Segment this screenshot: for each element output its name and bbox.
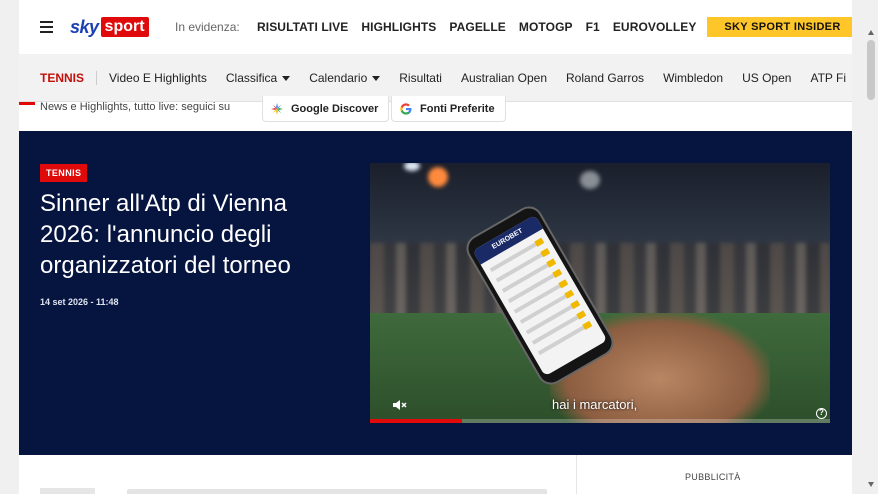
subnav-item-calendario[interactable]: Calendario — [309, 71, 381, 85]
follow-bar: News e Highlights, tutto live: seguici s… — [19, 96, 852, 124]
advertising-label: PUBBLICITÀ — [685, 472, 741, 482]
article-text-line — [127, 489, 547, 494]
section-subnav: TENNIS Video E Highlights Classifica Cal… — [19, 54, 852, 102]
stadium-light — [580, 171, 600, 189]
top-nav: RISULTATI LIVE HIGHLIGHTS PAGELLE MOTOGP… — [257, 20, 697, 34]
scrollbar[interactable] — [864, 0, 878, 494]
chevron-down-icon — [282, 75, 291, 81]
top-header: sky sport In evidenza: RISULTATI LIVE HI… — [19, 0, 852, 54]
sky-sport-logo[interactable]: sky sport — [70, 16, 149, 38]
hero-article[interactable]: TENNIS Sinner all'Atp di Vienna 2026: l'… — [19, 131, 852, 455]
mute-icon[interactable] — [392, 399, 408, 411]
subnav-item-label: Wimbledon — [663, 71, 724, 85]
menu-icon[interactable] — [40, 21, 53, 33]
subnav-item-atp-finals[interactable]: ATP Fi — [810, 71, 846, 85]
scroll-thumb[interactable] — [867, 40, 875, 100]
top-nav-eurovolley[interactable]: EUROVOLLEY — [613, 20, 697, 34]
fonti-preferite-label: Fonti Preferite — [420, 102, 495, 115]
subnav-item-label: Video E Highlights — [109, 71, 207, 85]
below-hero: PUBBLICITÀ — [19, 455, 852, 494]
scroll-down-arrow[interactable] — [868, 482, 874, 487]
subnav-item-classifica[interactable]: Classifica — [225, 71, 291, 85]
subnav-item-wimbledon[interactable]: Wimbledon — [663, 71, 723, 85]
subnav-item-label: Australian Open — [460, 71, 548, 85]
related-thumbnail[interactable] — [40, 488, 95, 494]
video-progress-bar[interactable] — [370, 419, 830, 423]
red-accent — [19, 102, 35, 105]
scroll-up-arrow[interactable] — [868, 30, 874, 35]
fonti-preferite-button[interactable]: Fonti Preferite — [391, 96, 506, 122]
article-date: 14 set 2026 - 11:48 — [40, 297, 119, 307]
subnav-item-us-open[interactable]: US Open — [742, 71, 791, 85]
google-g-icon — [400, 102, 412, 115]
top-nav-motogp[interactable]: MOTOGP — [519, 20, 573, 34]
subnav-item-australian-open[interactable]: Australian Open — [461, 71, 547, 85]
subnav-item-roland-garros[interactable]: Roland Garros — [566, 71, 644, 85]
content: sky sport In evidenza: RISULTATI LIVE HI… — [19, 0, 852, 494]
subnav-item-label: Classifica — [225, 71, 278, 85]
subnav-item-risultati[interactable]: Risultati — [399, 71, 442, 85]
in-evidenza-label: In evidenza: — [175, 20, 240, 34]
top-nav-highlights[interactable]: HIGHLIGHTS — [361, 20, 436, 34]
article-headline[interactable]: Sinner all'Atp di Vienna 2026: l'annunci… — [40, 188, 340, 281]
help-icon[interactable]: ? — [816, 408, 827, 419]
top-nav-f1[interactable]: F1 — [586, 20, 600, 34]
subnav-item-label: ATP Fi — [810, 71, 847, 85]
article-body — [19, 455, 577, 494]
chevron-down-icon — [372, 75, 381, 81]
top-nav-risultati-live[interactable]: RISULTATI LIVE — [257, 20, 348, 34]
video-caption: hai i marcatori, — [552, 397, 638, 412]
page: sky sport In evidenza: RISULTATI LIVE HI… — [0, 0, 878, 494]
stadium-light — [428, 167, 448, 187]
sky-sport-insider-button[interactable]: SKY SPORT INSIDER — [707, 17, 852, 37]
subnav-item-label: US Open — [742, 71, 792, 85]
category-tag[interactable]: TENNIS — [40, 164, 88, 182]
logo-sport-text: sport — [100, 17, 149, 37]
google-discover-label: Google Discover — [291, 102, 379, 115]
video-player[interactable]: EUROBET hai i marcatori, ? — [370, 163, 830, 423]
follow-text: News e Highlights, tutto live: seguici s… — [40, 101, 231, 113]
google-discover-icon — [271, 102, 283, 115]
subnav-item-label: Calendario — [309, 71, 368, 85]
subnav-item-label: Risultati — [399, 71, 442, 85]
google-discover-button[interactable]: Google Discover — [262, 96, 390, 122]
video-progress-fill — [370, 419, 462, 423]
video-crowd — [370, 243, 830, 323]
logo-sky-text: sky — [70, 16, 99, 37]
subnav-item-video-highlights[interactable]: Video E Highlights — [109, 71, 207, 85]
subnav-section-tennis[interactable]: TENNIS — [40, 71, 98, 85]
subnav-item-label: Roland Garros — [566, 71, 645, 85]
top-nav-pagelle[interactable]: PAGELLE — [449, 20, 505, 34]
